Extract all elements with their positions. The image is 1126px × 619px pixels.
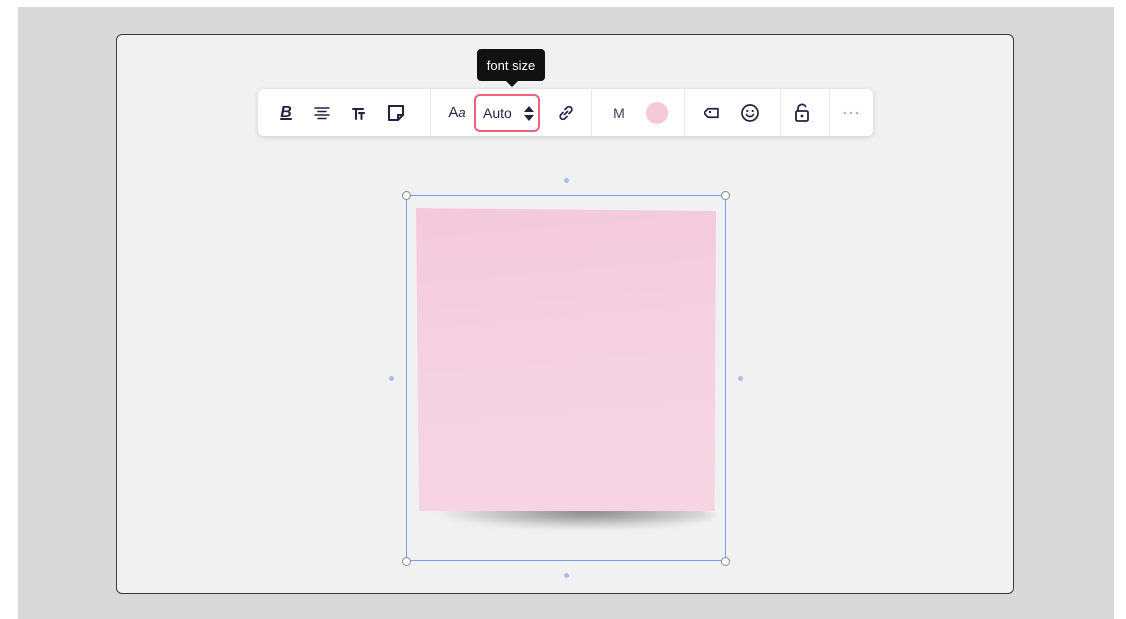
text-style-icon (352, 107, 365, 120)
sticky-note-icon (388, 104, 404, 121)
resize-handle-bottom-left[interactable] (402, 557, 411, 566)
bold-button[interactable]: B (274, 89, 298, 136)
resize-handle-top-right[interactable] (721, 191, 730, 200)
link-icon (559, 105, 573, 120)
selection-box[interactable] (406, 195, 726, 561)
size-label: M (613, 104, 625, 121)
bold-icon: B (280, 103, 292, 121)
tag-button[interactable] (701, 89, 725, 136)
toolbar-divider (591, 89, 592, 136)
font-icon: Aa (448, 104, 466, 121)
font-size-stepper[interactable]: Auto (474, 94, 540, 132)
align-button[interactable] (310, 89, 334, 136)
resize-handle-bottom-right[interactable] (721, 557, 730, 566)
resize-handle-top-left[interactable] (402, 191, 411, 200)
text-style-button[interactable] (346, 89, 370, 136)
smiley-icon (741, 103, 759, 122)
connector-dot-left[interactable] (389, 376, 394, 381)
size-button[interactable]: M (608, 89, 630, 136)
arrow-up-icon[interactable] (523, 105, 534, 112)
arrow-down-icon[interactable] (523, 114, 534, 121)
connector-dot-right[interactable] (738, 376, 743, 381)
sticky-note-shape-button[interactable] (384, 89, 408, 136)
font-button[interactable]: Aa (444, 89, 470, 136)
connector-dot-top[interactable] (564, 178, 569, 183)
color-picker-button[interactable] (644, 89, 670, 136)
color-swatch (646, 101, 668, 124)
toolbar-divider (684, 89, 685, 136)
toolbar-divider (430, 89, 431, 136)
more-options-button[interactable] (840, 89, 862, 136)
emoji-button[interactable] (738, 89, 762, 136)
font-size-tooltip: font size (477, 49, 545, 87)
tag-icon (704, 107, 719, 118)
more-horizontal-icon (843, 111, 859, 114)
lock-button[interactable] (790, 89, 814, 136)
align-center-icon (314, 106, 330, 119)
unlock-icon (795, 103, 809, 122)
link-button[interactable] (554, 89, 578, 136)
context-toolbar: B Aa Auto M (258, 89, 873, 136)
toolbar-divider (829, 89, 830, 136)
connector-dot-bottom[interactable] (564, 573, 569, 578)
toolbar-divider (780, 89, 781, 136)
font-size-value: Auto (483, 105, 512, 121)
